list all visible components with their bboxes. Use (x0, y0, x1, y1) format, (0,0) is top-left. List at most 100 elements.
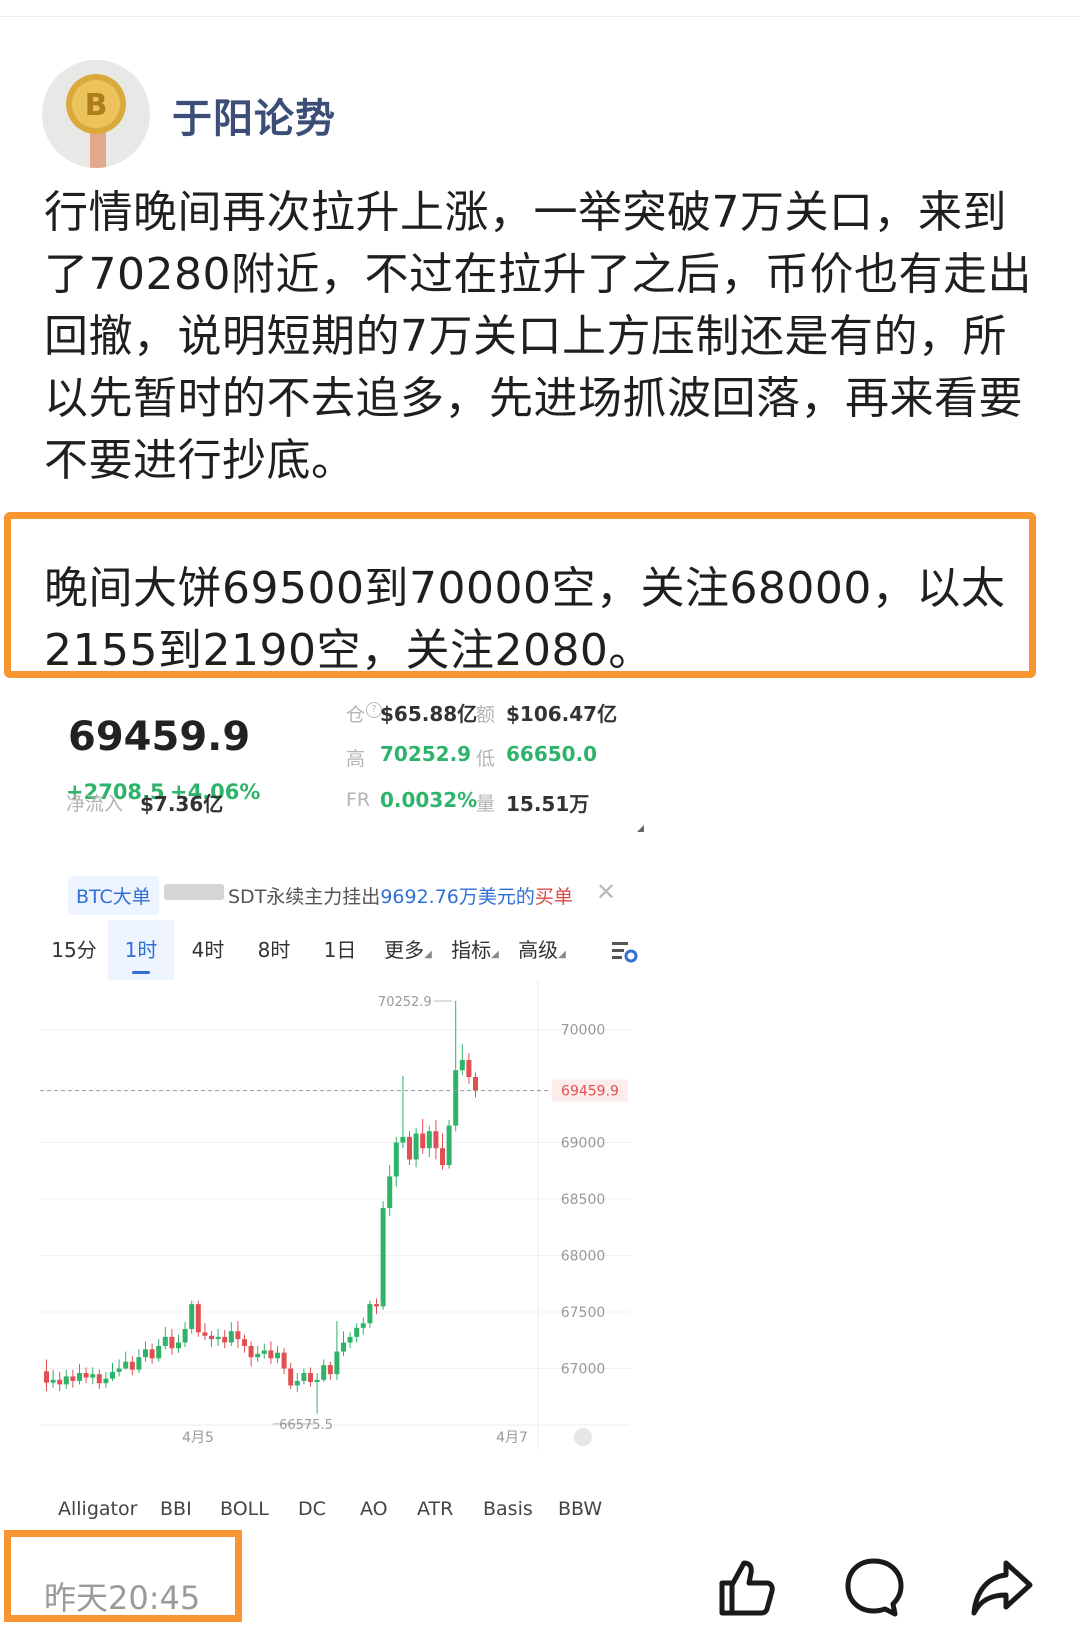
indicator-ao[interactable]: AO (360, 1498, 388, 1520)
candle-body (103, 1378, 109, 1384)
svg-text:B: B (85, 88, 108, 123)
candle-body (195, 1304, 201, 1333)
candle-body (202, 1332, 208, 1336)
candle-body (169, 1336, 175, 1349)
tab-more[interactable]: 更多◢ (378, 920, 438, 980)
top-divider (0, 16, 1080, 17)
candle-body (57, 1379, 63, 1385)
candle-body (413, 1133, 419, 1160)
candle-body (275, 1352, 280, 1359)
candle-body (129, 1361, 135, 1370)
dropdown-icon: ◢ (491, 949, 499, 960)
tab-advanced[interactable]: 高级◢ (512, 920, 572, 980)
candle-body (473, 1077, 478, 1091)
notice-tag: BTC大单 (68, 876, 159, 915)
candle-body (334, 1351, 340, 1375)
high-label: 高 (346, 748, 366, 770)
net-inflow-value: $7.36亿 (140, 792, 224, 816)
y-tick-label: 69000 (561, 1136, 606, 1152)
candle-body (110, 1371, 115, 1379)
candle-body (301, 1373, 307, 1381)
high-value: 70252.9 (380, 742, 472, 766)
tab-8h[interactable]: 8时 (244, 920, 304, 980)
y-tick-label: 68500 (561, 1192, 606, 1208)
candle-body (380, 1208, 386, 1307)
expand-corner-icon[interactable] (637, 825, 644, 832)
tab-1h[interactable]: 1时 (108, 920, 174, 980)
candle-body (261, 1350, 267, 1354)
candle-body (77, 1373, 82, 1381)
amount-label: 额 (476, 704, 496, 726)
candle-body (136, 1357, 142, 1370)
y-tick-label: 67500 (561, 1305, 606, 1321)
candle-body (228, 1331, 234, 1343)
indicator-basis[interactable]: Basis (483, 1498, 533, 1520)
share-icon[interactable] (970, 1555, 1034, 1619)
candle-body (341, 1342, 346, 1352)
redacted-block (164, 884, 224, 900)
tab-15m[interactable]: 15分 (44, 920, 104, 980)
candle-body (321, 1365, 327, 1380)
indicator-dc[interactable]: DC (298, 1498, 326, 1520)
net-inflow-label: 净流入 (66, 793, 124, 815)
funding-rate-label: FR (346, 789, 371, 811)
price-chart[interactable]: 70000 69000 68500 68000 67500 67000 69459.9 702… (40, 980, 660, 1480)
indicator-boll[interactable]: BOLL (220, 1498, 269, 1520)
candle-body (248, 1345, 254, 1358)
author-name[interactable]: 于阳论势 (172, 86, 336, 144)
x-tick-label: 4月7 (496, 1430, 528, 1446)
amount-value: $106.47亿 (506, 702, 618, 726)
candle-body (70, 1376, 76, 1381)
candle-body (393, 1142, 399, 1177)
open-interest-label: 仓 (346, 704, 366, 726)
dropdown-icon: ◢ (558, 949, 566, 960)
candlestick-chart[interactable]: 70000 69000 68500 68000 67500 67000 69459.9 702… (40, 980, 660, 1480)
candle-body (426, 1131, 432, 1149)
indicator-atr[interactable]: ATR (417, 1498, 453, 1520)
open-interest-value: $65.88亿 (380, 702, 478, 726)
candle-body (387, 1176, 393, 1209)
candle-body (440, 1148, 445, 1166)
candle-body (459, 1060, 465, 1071)
post-body: 行情晚间再次拉升上涨，一举突破7万关口，来到了70280附近，不过在拉升了之后，… (44, 187, 1032, 486)
candle-body (123, 1361, 129, 1369)
current-price-label: 69459.9 (561, 1084, 619, 1100)
y-tick-label: 68000 (561, 1249, 606, 1265)
candle-body (235, 1331, 241, 1340)
tab-1d[interactable]: 1日 (310, 920, 370, 980)
y-tick-label: 67000 (561, 1362, 606, 1378)
last-price: 69459.9 (68, 714, 251, 760)
indicator-bar: Alligator BBI BOLL DC AO ATR Basis BBW (40, 1492, 660, 1528)
low-marker-label: 66575.5 (279, 1418, 333, 1433)
candle-body (466, 1060, 472, 1077)
x-tick-label: 4月5 (182, 1430, 214, 1446)
indicator-bbi[interactable]: BBI (160, 1498, 192, 1520)
candle-body (215, 1336, 221, 1340)
close-icon[interactable]: ✕ (596, 878, 616, 906)
candle-body (90, 1374, 96, 1378)
indicator-bbw[interactable]: BBW (558, 1498, 602, 1520)
chart-settings-icon[interactable] (610, 936, 640, 966)
candle-body (268, 1350, 274, 1359)
like-icon[interactable] (714, 1555, 778, 1619)
candle-body (281, 1352, 287, 1369)
notice-text: SDT永续主力挂出9692.76万美元的买单 (228, 886, 573, 908)
comment-icon[interactable] (842, 1555, 906, 1619)
volume-value: 15.51万 (506, 792, 590, 816)
notice-bar[interactable]: BTC大单 SDT永续主力挂出9692.76万美元的买单 ✕ (40, 872, 660, 916)
author-avatar[interactable]: B (42, 60, 150, 168)
tab-indicators[interactable]: 指标◢ (445, 920, 505, 980)
tab-4h[interactable]: 4时 (178, 920, 238, 980)
candle-body (189, 1304, 195, 1329)
indicator-alligator[interactable]: Alligator (58, 1498, 137, 1520)
ticker-panel[interactable]: 69459.9 +2708.5 +4.06% 净流入 $7.36亿 仓 ? $6… (40, 700, 660, 832)
high-marker-label: 70252.9 (378, 995, 432, 1010)
candle-body (242, 1339, 247, 1346)
candle-body (294, 1380, 300, 1386)
dropdown-icon: ◢ (424, 949, 432, 960)
candle-body (400, 1136, 406, 1143)
candle-body (96, 1374, 102, 1384)
candle-body (182, 1328, 188, 1343)
candle-body (255, 1353, 261, 1358)
candle-body (162, 1336, 168, 1346)
